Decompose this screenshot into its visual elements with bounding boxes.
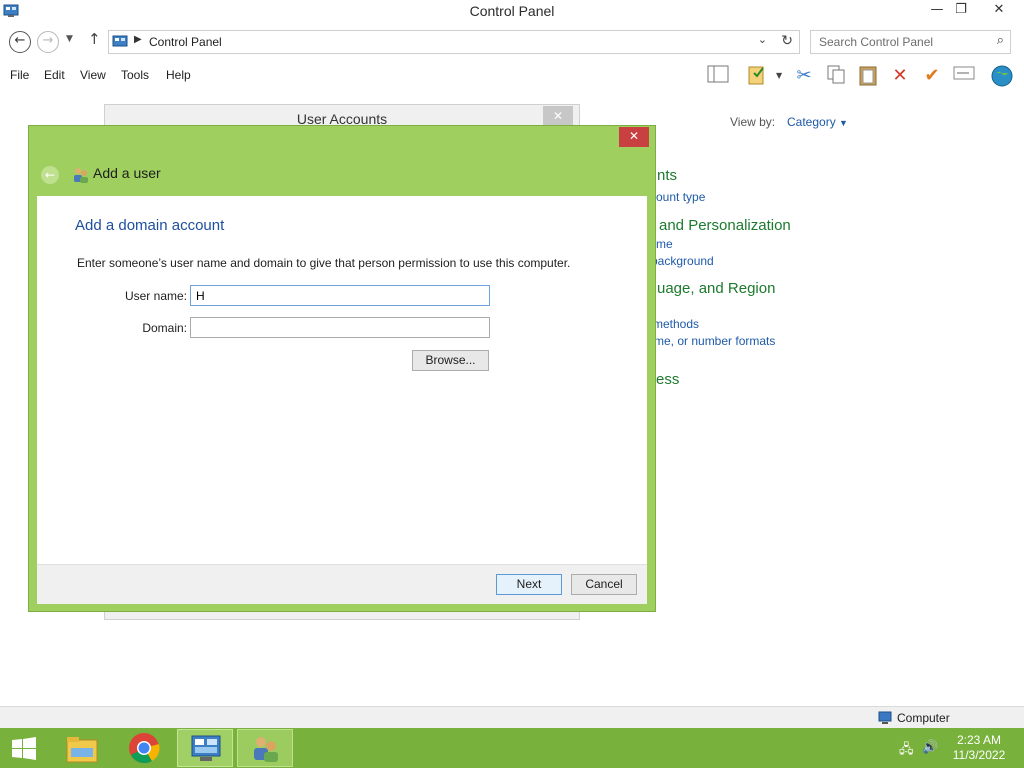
category-clock-language-region[interactable]: uage, and Region — [657, 280, 775, 297]
globe-icon[interactable] — [990, 64, 1014, 88]
link-change-theme[interactable]: me — [656, 237, 673, 251]
taskbar-chrome[interactable] — [116, 729, 172, 767]
dialog-body: Add a domain account Enter someone’s use… — [37, 196, 647, 564]
domain-field[interactable] — [190, 317, 490, 338]
chevron-down-icon[interactable]: ▼ — [776, 71, 782, 80]
chevron-right-icon: ▶ — [134, 34, 142, 45]
menu-tools[interactable]: Tools — [121, 68, 149, 82]
dialog-back-button[interactable]: ← — [41, 166, 59, 184]
control-panel-icon — [191, 735, 221, 761]
back-button[interactable]: ← — [9, 31, 31, 53]
cancel-button[interactable]: Cancel — [571, 574, 637, 595]
properties-icon[interactable] — [745, 64, 769, 88]
close-button[interactable]: ✕ — [984, 0, 1014, 22]
address-bar[interactable]: ▶ Control Panel ⌄ ↻ — [108, 30, 800, 54]
clock-time: 2:23 AM — [956, 733, 1002, 747]
dropdown-arrow-icon: ▼ — [839, 118, 848, 128]
taskbar-file-explorer[interactable] — [54, 729, 110, 767]
taskbar: 🖧 🔊 2:23 AM 11/3/2022 — [0, 728, 1024, 768]
next-button[interactable]: Next — [496, 574, 562, 595]
dialog-heading: Add a domain account — [75, 217, 225, 234]
link-change-background[interactable]: background — [651, 254, 714, 268]
paste-icon[interactable] — [856, 64, 880, 88]
layout-icon[interactable] — [706, 64, 730, 88]
menu-view[interactable]: View — [80, 68, 106, 82]
users-icon — [254, 737, 278, 762]
search-icon[interactable]: ⌕ — [997, 33, 1004, 48]
link-number-formats[interactable]: me, or number formats — [654, 334, 775, 348]
search-input[interactable]: Search Control Panel ⌕ — [810, 30, 1011, 54]
address-row: ← → ▼ ↑ ▶ Control Panel ⌄ ↻ Search Contr… — [0, 26, 1024, 58]
refresh-icon[interactable]: ↻ — [781, 33, 793, 49]
control-panel-icon — [112, 35, 128, 47]
arrow-up-icon: ↑ — [88, 30, 101, 48]
delete-icon[interactable]: ✕ — [888, 64, 912, 88]
menu-file[interactable]: File — [10, 68, 29, 82]
user-accounts-close-button[interactable]: ✕ — [543, 106, 573, 126]
search-placeholder: Search Control Panel — [819, 35, 934, 49]
status-computer-label: Computer — [897, 711, 950, 725]
computer-icon — [878, 711, 892, 724]
breadcrumb[interactable]: Control Panel — [149, 35, 222, 49]
restore-button[interactable]: ❐ — [946, 0, 976, 22]
chevron-down-icon[interactable]: ⌄ — [758, 33, 767, 46]
domain-label: Domain: — [142, 321, 187, 335]
chrome-icon — [129, 733, 160, 764]
copy-icon[interactable] — [824, 64, 848, 88]
forward-button[interactable]: → — [37, 31, 59, 53]
arrow-left-icon: ← — [14, 33, 26, 48]
dialog-title: Add a user — [93, 165, 161, 181]
folder-icon — [66, 737, 98, 763]
taskbar-clock[interactable]: 2:23 AM 11/3/2022 — [947, 733, 1011, 763]
cut-icon[interactable]: ✂ — [792, 64, 816, 88]
username-field[interactable] — [190, 285, 490, 306]
dialog-close-button[interactable]: ✕ — [619, 127, 649, 147]
category-appearance-personalization[interactable]: and Personalization — [659, 217, 791, 234]
menu-edit[interactable]: Edit — [44, 68, 65, 82]
username-label: User name: — [124, 289, 187, 303]
dialog-footer: Next Cancel — [37, 564, 647, 604]
view-by-label: View by: — [730, 115, 776, 129]
view-by-value: Category — [787, 115, 836, 129]
users-icon — [74, 168, 88, 183]
link-change-account-type[interactable]: ount type — [656, 190, 705, 204]
volume-icon[interactable]: 🔊 — [922, 740, 938, 755]
dialog-instructions: Enter someone’s user name and domain to … — [77, 256, 571, 270]
rename-icon[interactable] — [952, 64, 976, 88]
category-ease-of-access[interactable]: ess — [656, 371, 679, 388]
clock-date: 11/3/2022 — [952, 748, 1006, 762]
view-by-dropdown[interactable]: Category ▼ — [787, 115, 848, 129]
network-icon[interactable]: 🖧 — [899, 740, 914, 762]
add-user-dialog: ✕ ← Add a user Add a domain account Ente… — [28, 125, 656, 612]
arrow-right-icon: → — [42, 33, 54, 48]
taskbar-user-accounts[interactable] — [237, 729, 293, 767]
window-titlebar: Control Panel — ❐ ✕ — [0, 0, 1024, 24]
taskbar-control-panel[interactable] — [177, 729, 233, 767]
menu-bar: File Edit View Tools Help ▼ ✂ ✕ ✔ — [0, 62, 1024, 90]
checkmark-icon[interactable]: ✔ — [920, 64, 944, 88]
browse-button[interactable]: Browse... — [412, 350, 489, 371]
category-user-accounts[interactable]: nts — [657, 167, 677, 184]
start-button[interactable] — [0, 729, 48, 767]
window-title: Control Panel — [469, 3, 555, 19]
arrow-left-icon: ← — [44, 168, 56, 182]
status-bar: Computer — [0, 706, 1024, 728]
link-input-methods[interactable]: methods — [653, 317, 699, 331]
menu-help[interactable]: Help — [166, 68, 191, 82]
recent-locations-dropdown[interactable]: ▼ — [66, 34, 73, 44]
up-button[interactable]: ↑ — [88, 30, 101, 48]
windows-logo-icon — [12, 737, 36, 760]
